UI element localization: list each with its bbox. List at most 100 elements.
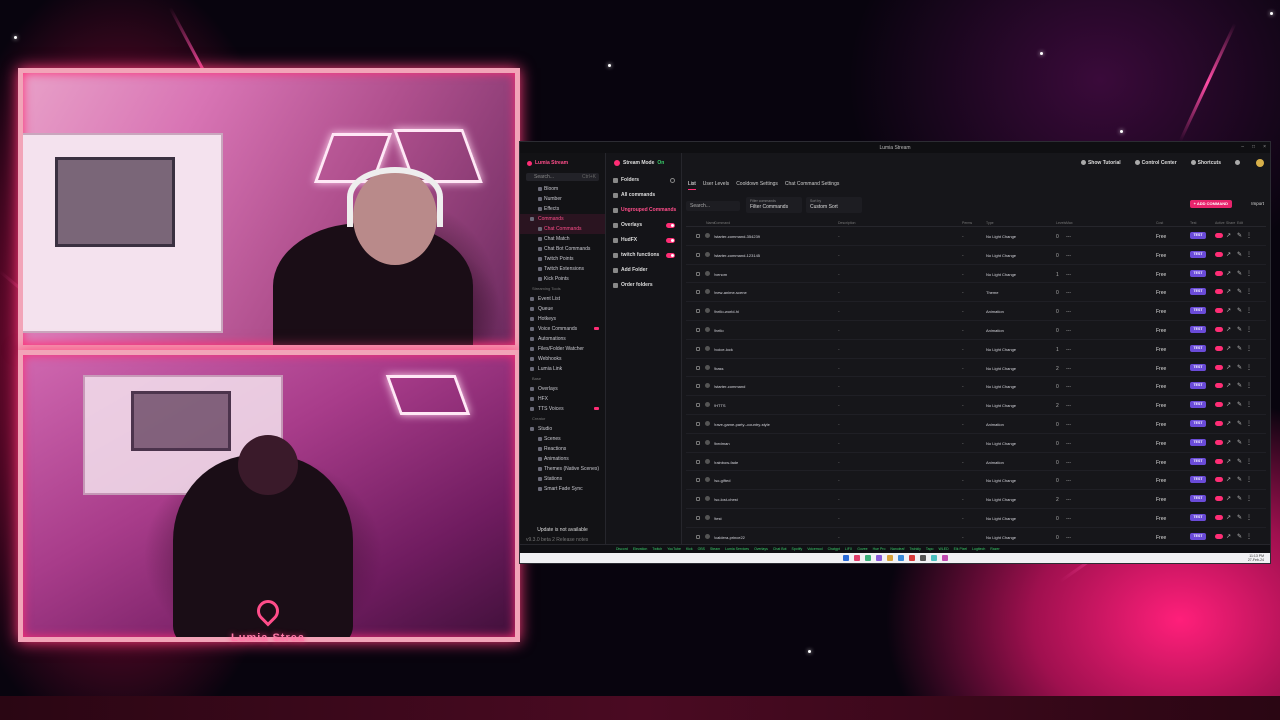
sidebar-item-voice-commands[interactable]: Voice Commands <box>520 324 605 334</box>
row-checkbox[interactable] <box>696 384 700 389</box>
table-row[interactable]: !starter-command-123145 - - No Light Change… <box>686 246 1266 265</box>
tab-cooldown-settings[interactable]: Cooldown Settings <box>736 181 778 190</box>
active-toggle[interactable] <box>1215 251 1223 257</box>
active-toggle[interactable] <box>1215 477 1223 483</box>
share-icon[interactable]: ↗ <box>1226 345 1231 352</box>
test-button[interactable]: TEST <box>1190 513 1206 521</box>
active-toggle[interactable] <box>1215 496 1223 502</box>
sort-by-select[interactable]: Sort by Custom Sort <box>806 197 862 213</box>
more-icon[interactable]: ⋮ <box>1246 364 1252 371</box>
more-icon[interactable]: ⋮ <box>1246 458 1252 465</box>
edit-icon[interactable]: ✎ <box>1237 458 1242 465</box>
row-checkbox[interactable] <box>696 365 700 370</box>
row-checkbox[interactable] <box>696 234 700 238</box>
sidebar-item-studio[interactable]: Studio <box>520 424 605 434</box>
row-checkbox[interactable] <box>696 346 700 351</box>
version-text[interactable]: v9.3.0 beta 2 Release notes <box>526 537 599 543</box>
edit-icon[interactable]: ✎ <box>1237 326 1242 333</box>
sidebar-item-webhooks[interactable]: Webhooks <box>520 354 605 364</box>
folder-toggle[interactable] <box>666 253 675 258</box>
gear-icon[interactable] <box>670 178 675 183</box>
more-icon[interactable]: ⋮ <box>1246 307 1252 314</box>
more-icon[interactable]: ⋮ <box>1246 345 1252 352</box>
folder-ungrouped-commands[interactable]: Ungrouped Commands <box>606 203 681 218</box>
sidebar-item-themes-native-scenes[interactable]: Themes (Native Scenes) <box>520 464 605 474</box>
share-icon[interactable]: ↗ <box>1226 439 1231 446</box>
edit-icon[interactable]: ✎ <box>1237 270 1242 277</box>
share-icon[interactable]: ↗ <box>1226 401 1231 408</box>
table-row[interactable]: !rainbow-fade - - Animation 0 --- Free TEST ↗ ✎ ⋮ <box>686 453 1266 472</box>
row-checkbox[interactable] <box>696 440 700 445</box>
service-status-twitch[interactable]: Twitch <box>652 547 662 551</box>
share-icon[interactable]: ↗ <box>1226 270 1231 277</box>
shortcuts-button[interactable]: Shortcuts <box>1190 160 1221 166</box>
service-status-govee[interactable]: Govee <box>857 547 867 551</box>
sidebar-item-smart-fade-sync[interactable]: Smart Fade Sync <box>520 484 605 494</box>
edit-icon[interactable]: ✎ <box>1237 495 1242 502</box>
active-toggle[interactable] <box>1215 420 1223 426</box>
row-checkbox[interactable] <box>696 478 700 483</box>
test-button[interactable]: TEST <box>1190 232 1206 239</box>
test-button[interactable]: TEST <box>1190 457 1206 465</box>
sidebar-item-kick-points[interactable]: Kick Points <box>520 274 605 284</box>
row-checkbox[interactable] <box>696 421 700 426</box>
share-icon[interactable]: ↗ <box>1226 458 1231 465</box>
sidebar-item-files-folder-watcher[interactable]: Files/Folder Watcher <box>520 344 605 354</box>
more-icon[interactable]: ⋮ <box>1246 251 1252 258</box>
notifications-button[interactable] <box>1235 160 1242 166</box>
row-checkbox[interactable] <box>696 271 700 276</box>
test-button[interactable]: TEST <box>1190 419 1206 427</box>
table-row[interactable]: !rave-game-party--country-style - - Animati… <box>686 415 1266 434</box>
share-icon[interactable]: ↗ <box>1226 364 1231 371</box>
app-icon[interactable] <box>930 555 937 561</box>
sidebar-item-chat-match[interactable]: Chat Match <box>520 234 605 244</box>
table-row[interactable]: !hello-world-hi - - Animation 0 --- Free TEST ↗ ✎… <box>686 302 1266 321</box>
service-status-lifx[interactable]: LIFX <box>845 547 852 551</box>
row-checkbox[interactable] <box>696 459 700 464</box>
test-button[interactable]: TEST <box>1190 307 1206 315</box>
app-icon[interactable] <box>875 555 882 561</box>
app-icon[interactable] <box>897 555 904 561</box>
row-checkbox[interactable] <box>696 515 700 520</box>
more-icon[interactable]: ⋮ <box>1246 288 1252 295</box>
app-icon[interactable] <box>941 555 948 561</box>
tab-chat-command-settings[interactable]: Chat Command Settings <box>785 181 839 190</box>
share-icon[interactable]: ↗ <box>1226 533 1231 540</box>
minimize-icon[interactable]: – <box>1241 144 1244 150</box>
table-row[interactable]: !bass - - No Light Change 2 --- Free TEST ↗ ✎ ⋮ <box>686 359 1266 378</box>
more-icon[interactable]: ⋮ <box>1246 270 1252 277</box>
sidebar-item-queue[interactable]: Queue <box>520 304 605 314</box>
control-center-button[interactable]: Control Center <box>1134 160 1177 166</box>
edit-icon[interactable]: ✎ <box>1237 476 1242 483</box>
edit-icon[interactable]: ✎ <box>1237 232 1242 239</box>
row-checkbox[interactable] <box>696 497 700 502</box>
sidebar-item-number[interactable]: Number <box>520 194 605 204</box>
active-toggle[interactable] <box>1215 533 1223 539</box>
edit-icon[interactable]: ✎ <box>1237 420 1242 427</box>
folder-toggle[interactable] <box>666 238 675 243</box>
folder-hudfx[interactable]: HudFX <box>606 233 681 248</box>
table-row[interactable]: !bedman - - No Light Change 0 --- Free TEST ↗ ✎ ⋮ <box>686 434 1266 453</box>
folder-twitch-functions[interactable]: twitch functions <box>606 248 681 263</box>
service-status-hue-pro[interactable]: Hue Pro <box>873 547 886 551</box>
test-button[interactable]: TEST <box>1190 495 1206 503</box>
service-status-overlays[interactable]: Overlays <box>754 547 768 551</box>
add-command-button[interactable]: + ADD COMMAND <box>1189 200 1232 208</box>
service-status-elk-pixel[interactable]: Elk Pixel <box>954 547 967 551</box>
row-checkbox[interactable] <box>696 403 700 408</box>
edit-icon[interactable]: ✎ <box>1237 439 1242 446</box>
share-icon[interactable]: ↗ <box>1226 420 1231 427</box>
table-row[interactable]: !test - - No Light Change 0 --- Free TEST ↗ ✎ ⋮ <box>686 509 1266 528</box>
sidebar-item-bloom[interactable]: Bloom <box>520 184 605 194</box>
test-button[interactable]: TEST <box>1190 532 1206 540</box>
test-button[interactable]: TEST <box>1190 325 1206 333</box>
folder-toggle[interactable] <box>666 223 675 228</box>
active-toggle[interactable] <box>1215 458 1223 464</box>
service-status-nanoleaf[interactable]: Nanoleaf <box>890 547 904 551</box>
more-icon[interactable]: ⋮ <box>1246 514 1252 521</box>
app-icon[interactable] <box>886 555 893 561</box>
active-toggle[interactable] <box>1215 326 1223 332</box>
folder-all-commands[interactable]: All commands <box>606 188 681 203</box>
start-icon[interactable] <box>842 555 849 561</box>
service-status-steam[interactable]: Steam <box>710 547 720 551</box>
